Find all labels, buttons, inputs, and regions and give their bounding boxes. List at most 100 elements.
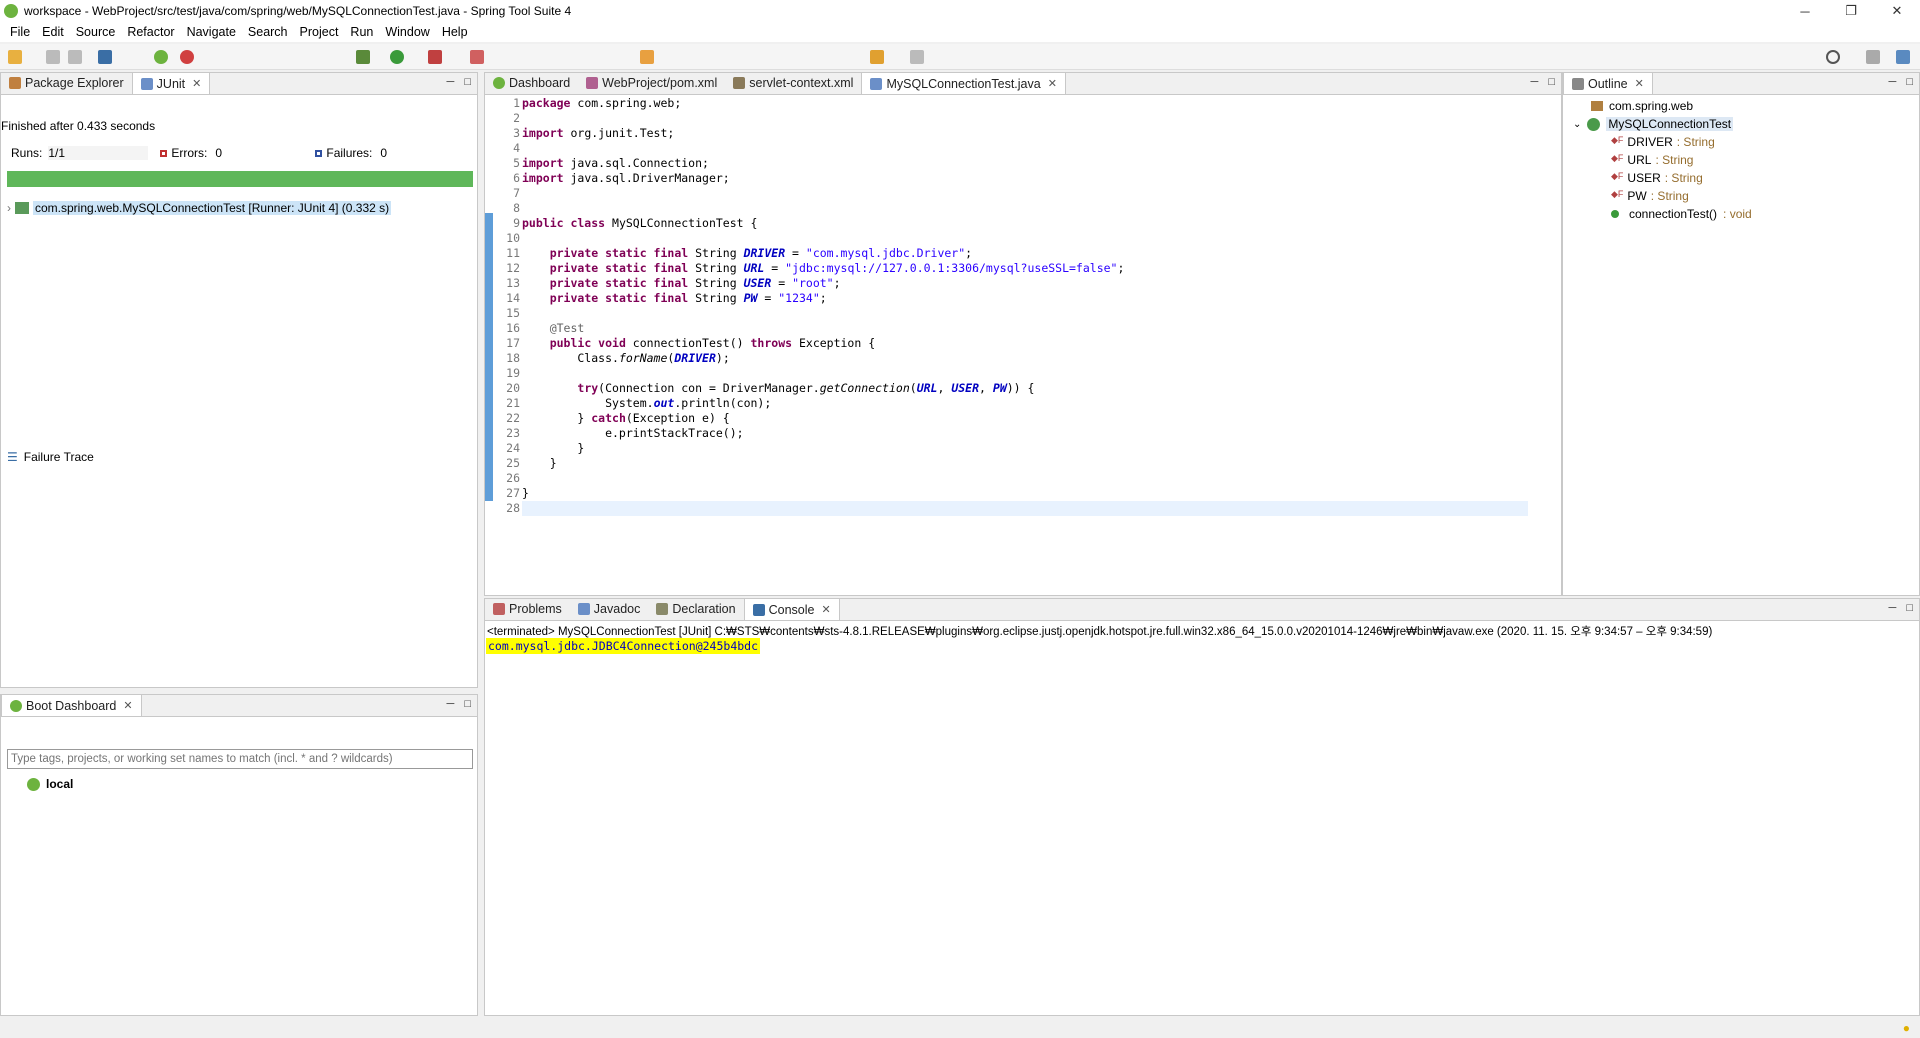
menu-file[interactable]: File — [4, 25, 36, 39]
tab-outline[interactable]: Outline ✕ — [1563, 72, 1653, 94]
test-suite-icon — [15, 202, 29, 214]
local-target[interactable]: local — [27, 777, 73, 791]
tab-boot-dashboard[interactable]: Boot Dashboard ✕ — [1, 694, 142, 716]
close-icon[interactable]: ✕ — [821, 603, 830, 616]
tab-dashboard[interactable]: Dashboard — [485, 72, 578, 94]
tab-pom-xml[interactable]: WebProject/pom.xml — [578, 72, 725, 94]
outline-member[interactable]: ◆F URL : String — [1611, 153, 1693, 167]
line-number: 20 — [506, 381, 520, 395]
tab-servlet-context[interactable]: servlet-context.xml — [725, 72, 861, 94]
tab-problems[interactable]: Problems — [485, 598, 570, 620]
maximize-icon[interactable]: □ — [1906, 76, 1913, 88]
progress-bar — [7, 171, 473, 187]
new-icon[interactable] — [8, 50, 22, 64]
chevron-right-icon[interactable]: › — [7, 201, 11, 215]
minimize-icon[interactable]: ─ — [447, 76, 455, 88]
tab-console[interactable]: Console ✕ — [743, 598, 840, 620]
code-line: } — [522, 486, 529, 500]
save-icon[interactable] — [46, 50, 60, 64]
line-number: 13 — [506, 276, 520, 290]
outline-member[interactable]: connectionTest() : void — [1611, 207, 1752, 221]
close-icon[interactable]: ✕ — [192, 77, 201, 90]
restore-button[interactable]: ❐ — [1828, 0, 1874, 22]
class-icon — [1587, 117, 1601, 131]
minimize-icon[interactable]: ─ — [1889, 602, 1897, 614]
lightbulb-icon[interactable]: ● — [1903, 1021, 1910, 1035]
close-icon[interactable]: ✕ — [123, 699, 132, 712]
tab-javadoc[interactable]: Javadoc — [570, 598, 649, 620]
code-line: } — [522, 456, 557, 470]
java-perspective-icon[interactable] — [1896, 50, 1910, 64]
method-icon — [1611, 210, 1619, 218]
menu-refactor[interactable]: Refactor — [121, 25, 180, 39]
debug-icon[interactable] — [356, 50, 370, 64]
code-line: Class.forName(DRIVER); — [522, 351, 730, 365]
stop-icon[interactable] — [470, 50, 484, 64]
code-line: package com.spring.web; — [522, 96, 682, 110]
line-number: 11 — [506, 246, 520, 260]
line-number: 27 — [506, 486, 520, 500]
tab-declaration[interactable]: Declaration — [648, 598, 743, 620]
minimize-icon[interactable]: ─ — [1889, 76, 1897, 88]
open-type-icon[interactable] — [640, 50, 654, 64]
outline-class[interactable]: ⌄ MySQLConnectionTest — [1573, 117, 1734, 131]
menu-run[interactable]: Run — [344, 25, 379, 39]
minimize-icon[interactable]: ─ — [447, 698, 455, 710]
perspective-icon[interactable] — [1866, 50, 1880, 64]
back-icon[interactable] — [870, 50, 884, 64]
maximize-icon[interactable]: □ — [1548, 76, 1555, 88]
tab-mysql-connection-test[interactable]: MySQLConnectionTest.java ✕ — [861, 72, 1066, 94]
close-icon[interactable]: ✕ — [1635, 77, 1644, 90]
boot-filter-input[interactable] — [7, 749, 473, 769]
coverage-icon[interactable] — [428, 50, 442, 64]
field-icon: ◆F — [1611, 135, 1624, 145]
line-number: 6 — [513, 171, 520, 185]
java-source[interactable]: package com.spring.web; import org.junit… — [522, 96, 1528, 516]
run-icon[interactable] — [390, 50, 404, 64]
outline-member[interactable]: ◆F PW : String — [1611, 189, 1689, 203]
menu-search[interactable]: Search — [242, 25, 294, 39]
code-line: @Test — [549, 321, 585, 335]
spring-boot-icon[interactable] — [154, 50, 168, 64]
menu-project[interactable]: Project — [294, 25, 345, 39]
change-ruler — [485, 213, 493, 501]
code-line: private static final String URL = "jdbc:… — [549, 261, 1125, 275]
code-editor[interactable]: 1 2 3 4 5 6 7 8 9 10 11 12 13 14 15 16 17 18 19 20 21 22 23 24 2… — [496, 96, 1528, 576]
menu-edit[interactable]: Edit — [36, 25, 70, 39]
outline-package[interactable]: com.spring.web — [1591, 99, 1693, 113]
code-line: import java.sql.DriverManager; — [522, 171, 730, 185]
maximize-icon[interactable]: □ — [1906, 602, 1913, 614]
close-button[interactable]: ✕ — [1874, 0, 1920, 22]
minimize-button[interactable]: ─ — [1782, 0, 1828, 22]
field-icon: ◆F — [1611, 171, 1624, 181]
outline-member[interactable]: ◆F USER : String — [1611, 171, 1703, 185]
tab-package-explorer[interactable]: Package Explorer — [1, 72, 132, 94]
menu-source[interactable]: Source — [70, 25, 122, 39]
relaunch-icon[interactable] — [180, 50, 194, 64]
close-icon[interactable]: ✕ — [1048, 77, 1057, 90]
tab-junit[interactable]: JUnit ✕ — [131, 72, 211, 94]
code-line: import java.sql.Connection; — [522, 156, 709, 170]
menu-help[interactable]: Help — [436, 25, 474, 39]
terminal-icon[interactable] — [98, 50, 112, 64]
sts-logo-icon — [4, 4, 18, 18]
maximize-icon[interactable]: □ — [464, 76, 471, 88]
minimize-icon[interactable]: ─ — [1531, 76, 1539, 88]
code-line: public class MySQLConnectionTest { — [522, 216, 758, 230]
line-number: 9 — [513, 216, 520, 230]
maximize-icon[interactable]: □ — [464, 698, 471, 710]
menu-window[interactable]: Window — [379, 25, 435, 39]
chevron-down-icon[interactable]: ⌄ — [1573, 119, 1581, 130]
line-number: 26 — [506, 471, 520, 485]
save-all-icon[interactable] — [68, 50, 82, 64]
forward-icon[interactable] — [910, 50, 924, 64]
line-number: 1 — [513, 96, 520, 110]
line-number: 19 — [506, 366, 520, 380]
menu-navigate[interactable]: Navigate — [181, 25, 242, 39]
test-tree-item[interactable]: › com.spring.web.MySQLConnectionTest [Ru… — [7, 201, 392, 215]
search-icon[interactable] — [1826, 50, 1840, 64]
outline-member[interactable]: ◆F DRIVER : String — [1611, 135, 1715, 149]
code-line: private static final String USER = "root… — [549, 276, 841, 290]
